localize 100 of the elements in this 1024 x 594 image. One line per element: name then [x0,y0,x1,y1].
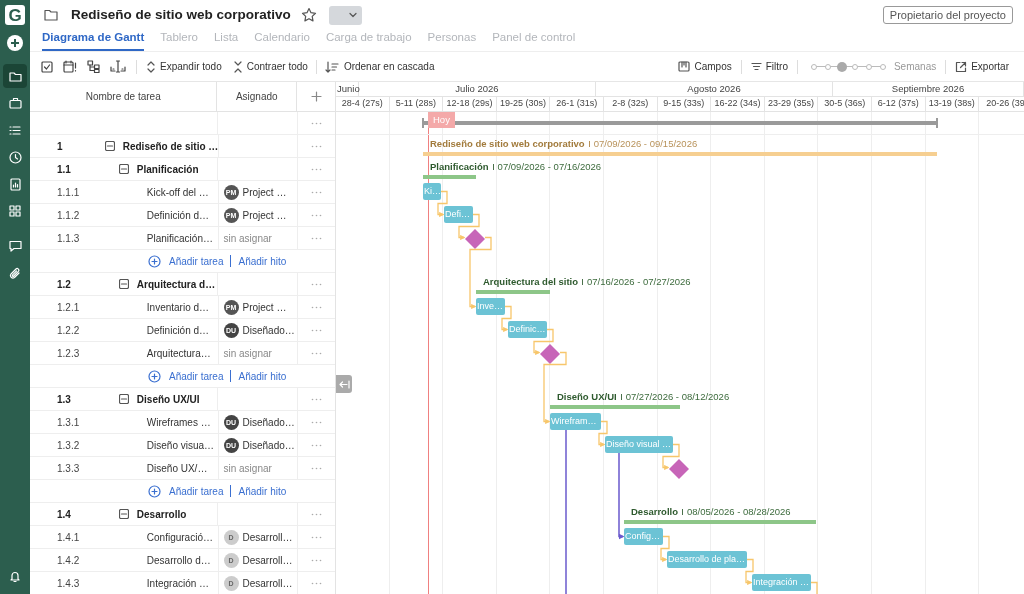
task-name: Rediseño de sitio … [122,139,219,154]
app-logo[interactable]: G [5,5,25,25]
collapse-toggle-icon[interactable] [118,509,129,519]
column-header: Nombre de tarea [30,82,218,111]
status-dropdown[interactable] [328,5,362,25]
week-header: 26-1 (31s) [550,97,604,111]
add-column-icon[interactable] [310,91,322,102]
checkbox-icon[interactable] [41,60,53,73]
week-header: 2-8 (32s) [603,97,658,111]
assignee-name: Project … [242,208,287,223]
week-header: 12-18 (29s) [443,97,497,111]
toolbar-button[interactable]: Expandir todo [147,59,222,74]
collapse-panel-button[interactable] [336,375,352,393]
summary-dates: 07/27/2026 - 08/12/2026 [625,390,730,404]
folder-icon [8,70,22,82]
unassigned-text: sin asignar [223,346,272,361]
tab[interactable]: Diagrama de Gantt [42,28,145,51]
export-icon [955,60,968,73]
task-name: Diseño visua… [146,438,215,453]
summary-dates: 08/05/2026 - 08/28/2026 [687,505,791,519]
paperclip-icon [9,266,21,280]
task-name: Configuració… [146,530,213,545]
unassigned-text: sin asignar [223,461,272,476]
add-task-link[interactable]: Añadir tarea [169,253,224,269]
summary-title: Rediseño de sitio web corporativo [430,137,585,151]
fit-width-icon[interactable] [110,60,126,73]
dependency-arrow [598,420,608,448]
assignee-name: Diseñado… [242,323,295,338]
slider-thumb[interactable] [836,61,847,72]
task-name: Diseño UX/… [146,461,208,476]
collapse-toggle-icon[interactable] [118,164,129,174]
project-title: Rediseño de sitio web corporativo [71,5,291,24]
list-icon [9,124,21,136]
column-header: Asignado [217,82,298,111]
assignee-name: Project … [242,185,287,200]
collapse-toggle-icon[interactable] [118,394,129,404]
summary-dates: 07/09/2026 - 07/16/2026 [497,160,602,174]
task-number: 1.4.1 [56,530,81,545]
sidebar-item[interactable] [3,64,27,88]
add-circle-icon[interactable] [148,254,161,268]
add-milestone-link[interactable]: Añadir hito [238,368,287,384]
collapse-toggle-icon[interactable] [104,141,115,151]
task-name: Definición d… [146,323,210,338]
add-milestone-link[interactable]: Añadir hito [238,253,287,269]
add-circle-icon[interactable] [148,484,161,498]
toolbar-button[interactable]: Contraer todo [233,59,308,74]
star-icon[interactable] [300,7,317,23]
owner-button[interactable]: Propietario del proyecto [882,6,1013,24]
folder-icon [44,9,58,21]
dependency-line [810,581,818,594]
week-header: 16-22 (34s) [711,97,765,111]
task-number: 1.4.2 [56,553,81,568]
task-name: Desarrollo [136,507,187,522]
month-header: Junio [336,82,359,96]
task-name: Wireframes … [146,415,211,430]
today-marker: Hoy [428,112,455,128]
summary-title: Arquitectura del sitio [483,275,578,289]
dependency-arrow [662,443,680,471]
filter-icon [750,62,762,71]
unassigned-text: sin asignar [223,231,272,246]
week-header: 30-5 (36s) [818,97,872,111]
expand-icon [147,60,155,73]
dependency-arrow [745,558,754,586]
toolbar-button[interactable]: Exportar [955,59,1009,74]
assignee-name: Diseñado… [242,438,295,453]
sort-icon [324,60,339,73]
add-milestone-link[interactable]: Añadir hito [238,483,287,499]
task-name: Planificación… [146,231,213,246]
task-number: 1.3.3 [56,461,81,476]
task-name: Diseño UX/UI [136,392,200,407]
toolbar-button[interactable]: Campos [678,59,732,74]
collapse-icon [233,60,242,73]
hierarchy-icon[interactable] [87,60,100,73]
week-header: 28-4 (27s) [336,97,390,111]
add-task-link[interactable]: Añadir tarea [169,483,224,499]
collapse-toggle-icon[interactable] [118,279,129,289]
toolbar-button[interactable]: Ordenar en cascada [324,59,435,74]
grid-icon [9,205,21,217]
task-number: 1 [56,139,64,154]
month-header: Julio 2026 [359,82,596,96]
task-number: 1.4 [56,507,72,522]
calendar-alert-icon[interactable] [63,60,77,73]
task-number: 1.1.3 [56,231,81,246]
task-number: 1.3 [56,392,72,407]
chevron-down-icon [347,12,358,18]
milestone-diamond[interactable] [540,343,560,364]
task-name: Arquitectura… [146,346,211,361]
add-circle-icon[interactable] [148,369,161,383]
milestone-diamond[interactable] [465,228,485,249]
arrow-left-icon [338,379,350,389]
add-task-link[interactable]: Añadir tarea [169,368,224,384]
plus-icon [7,35,23,51]
toolbar-button[interactable]: Filtro [750,59,788,74]
task-number: 1.3.1 [56,415,81,430]
task-number: 1.1.1 [56,185,81,200]
task-name: Definición d… [146,208,210,223]
zoom-slider[interactable] [810,61,886,72]
assignee-name: Desarroll… [242,576,293,591]
week-header: 23-29 (35s) [764,97,819,111]
milestone-diamond[interactable] [669,458,689,479]
